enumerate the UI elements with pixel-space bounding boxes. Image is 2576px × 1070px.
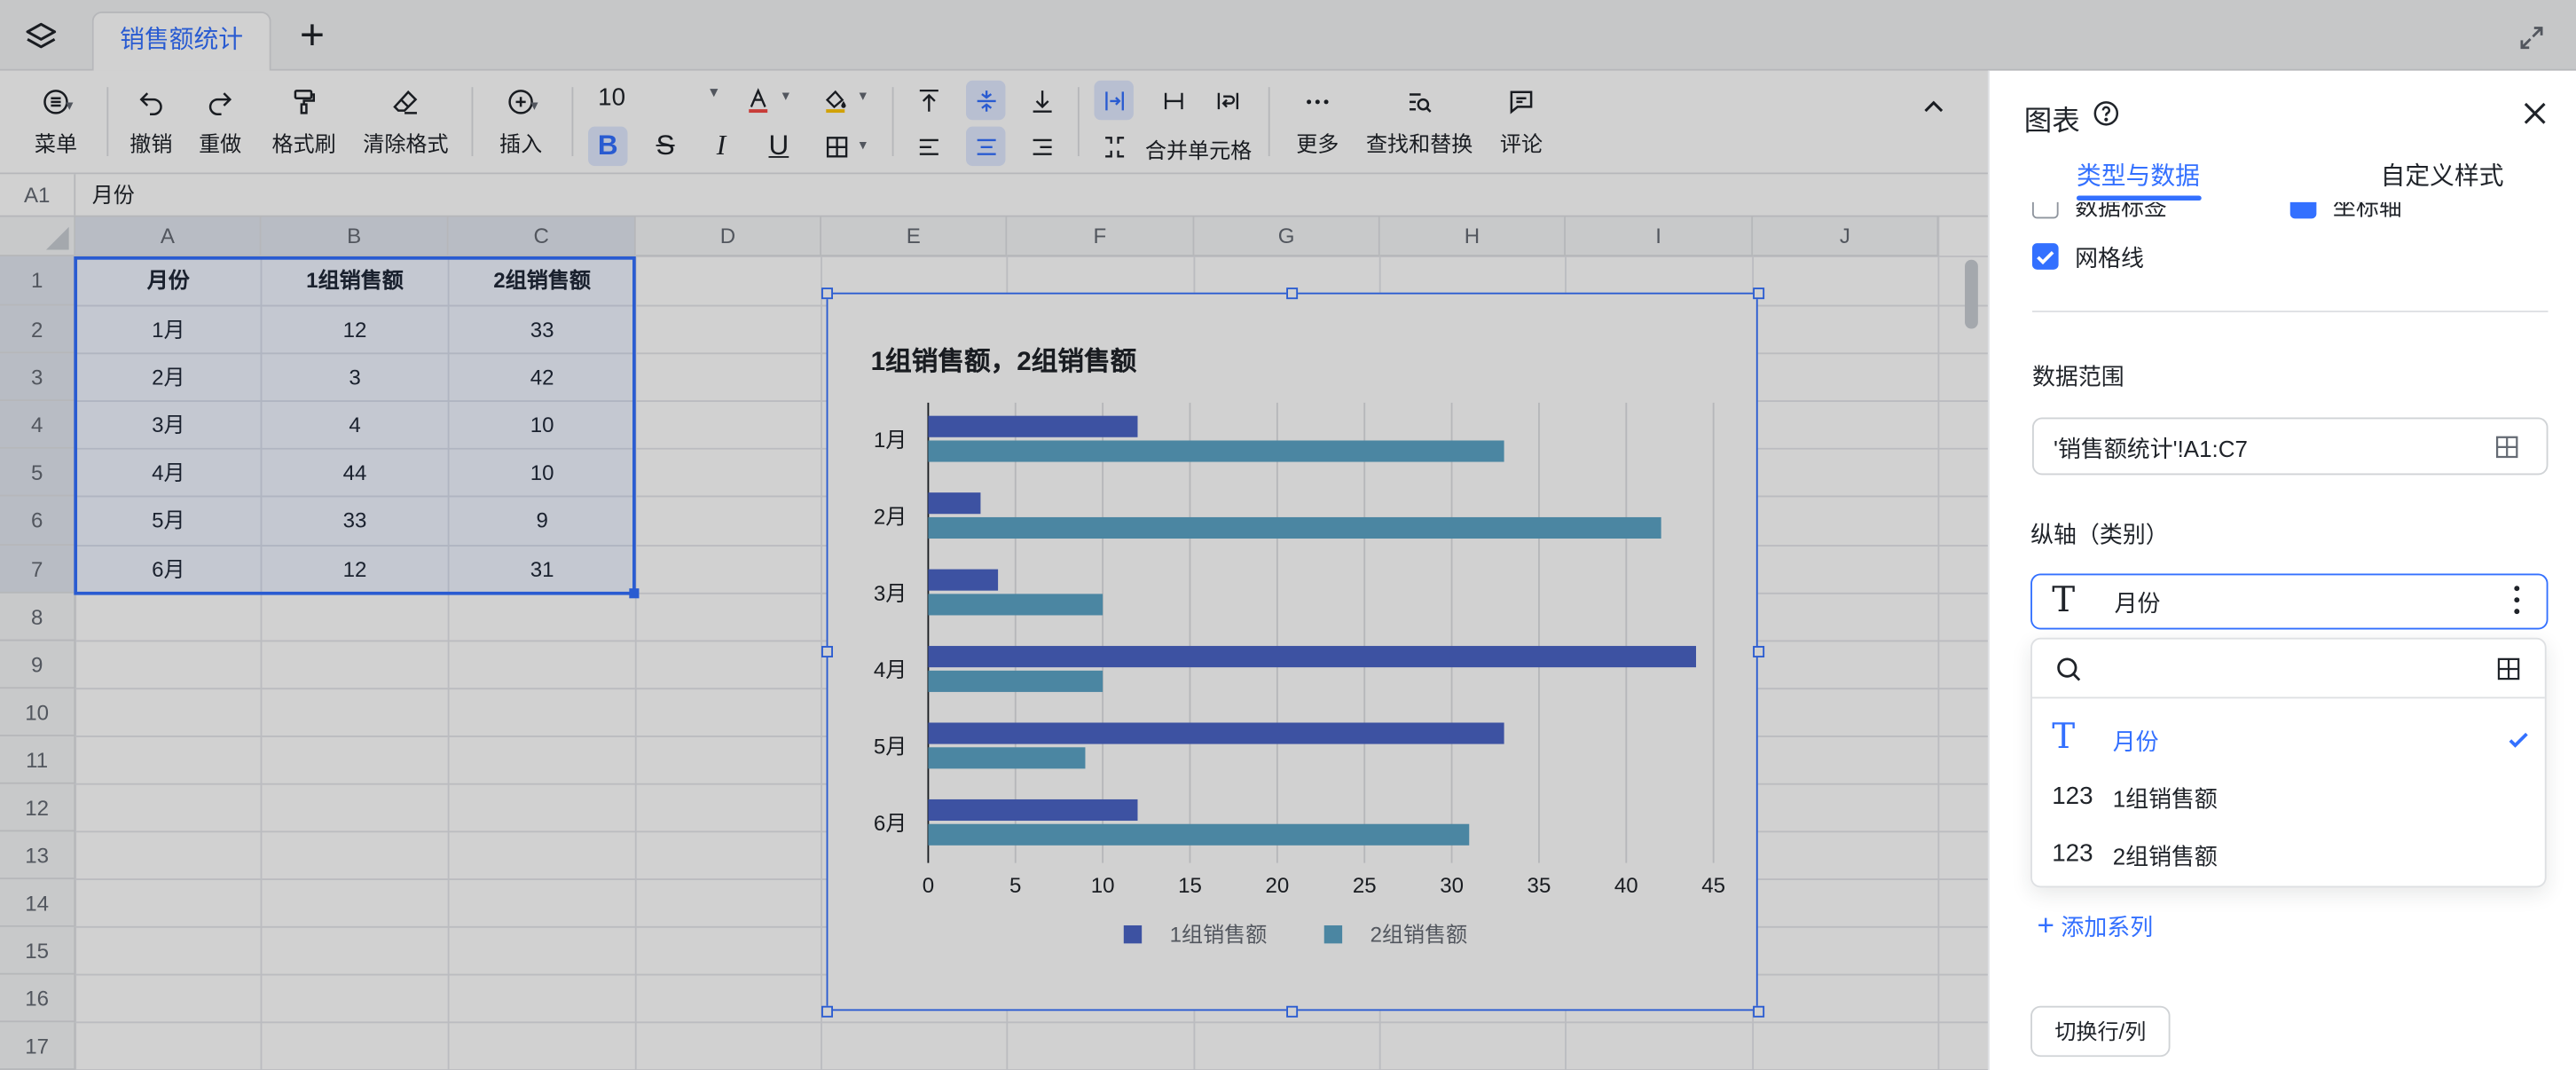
data-labels-label: 数据标签 — [2075, 201, 2167, 221]
text-type-icon: T — [2052, 579, 2076, 620]
search-icon — [2057, 657, 2081, 681]
field-dropdown: T 月份 123 1组销售额 123 2组销售额 — [2030, 637, 2547, 888]
close-icon[interactable] — [2518, 97, 2551, 130]
tab-type-data[interactable]: 类型与数据 — [2077, 158, 2200, 193]
check-icon — [2505, 727, 2532, 753]
dropdown-option-label: 2组销售额 — [2112, 843, 2218, 869]
plus-icon: + — [2037, 909, 2055, 942]
dropdown-option[interactable]: 123 1组销售额 — [2032, 769, 2545, 825]
vertical-axis-select[interactable]: T 月份 — [2030, 573, 2549, 630]
more-vertical-icon[interactable] — [2509, 582, 2525, 618]
table-icon[interactable] — [2495, 656, 2522, 682]
add-series-label: 添加系列 — [2061, 914, 2154, 940]
data-range-input[interactable]: '销售额统计'!A1:C7 — [2031, 417, 2549, 476]
tab-active-indicator — [2076, 195, 2202, 201]
number-type-icon: 123 — [2052, 782, 2093, 811]
dropdown-option[interactable]: T 月份 — [2032, 712, 2545, 767]
gridlines-checkbox[interactable] — [2031, 243, 2059, 270]
number-type-icon: 123 — [2052, 839, 2093, 869]
data-range-value: '销售额统计'!A1:C7 — [2054, 435, 2248, 462]
vertical-axis-section: 纵轴（类别） T 月份 T 月份 123 1组销售额 123 2组销售额 — [2017, 506, 2556, 906]
add-series-button[interactable]: + 添加系列 — [2038, 909, 2154, 943]
panel-title: 图表 — [2023, 105, 2080, 137]
help-icon[interactable] — [2092, 98, 2121, 128]
switch-row-col-button[interactable]: 切换行/列 — [2030, 1005, 2171, 1058]
data-range-heading: 数据范围 — [2031, 363, 2124, 390]
vertical-axis-value: 月份 — [2114, 590, 2161, 617]
tab-custom-style[interactable]: 自定义样式 — [2381, 158, 2504, 193]
divider — [2031, 311, 2549, 312]
data-labels-checkbox[interactable] — [2031, 201, 2059, 219]
axis-label: 坐标轴 — [2332, 201, 2402, 221]
dropdown-option-label: 1组销售额 — [2112, 785, 2218, 813]
vertical-axis-heading: 纵轴（类别） — [2030, 521, 2169, 547]
text-type-icon: T — [2052, 716, 2076, 757]
axis-checkbox[interactable] — [2289, 201, 2317, 219]
dropdown-option[interactable]: 123 2组销售额 — [2032, 827, 2545, 883]
dropdown-option-label: 月份 — [2112, 728, 2159, 755]
dropdown-search[interactable] — [2031, 640, 2545, 699]
gridlines-label: 网格线 — [2075, 245, 2144, 271]
table-icon[interactable] — [2494, 434, 2520, 460]
